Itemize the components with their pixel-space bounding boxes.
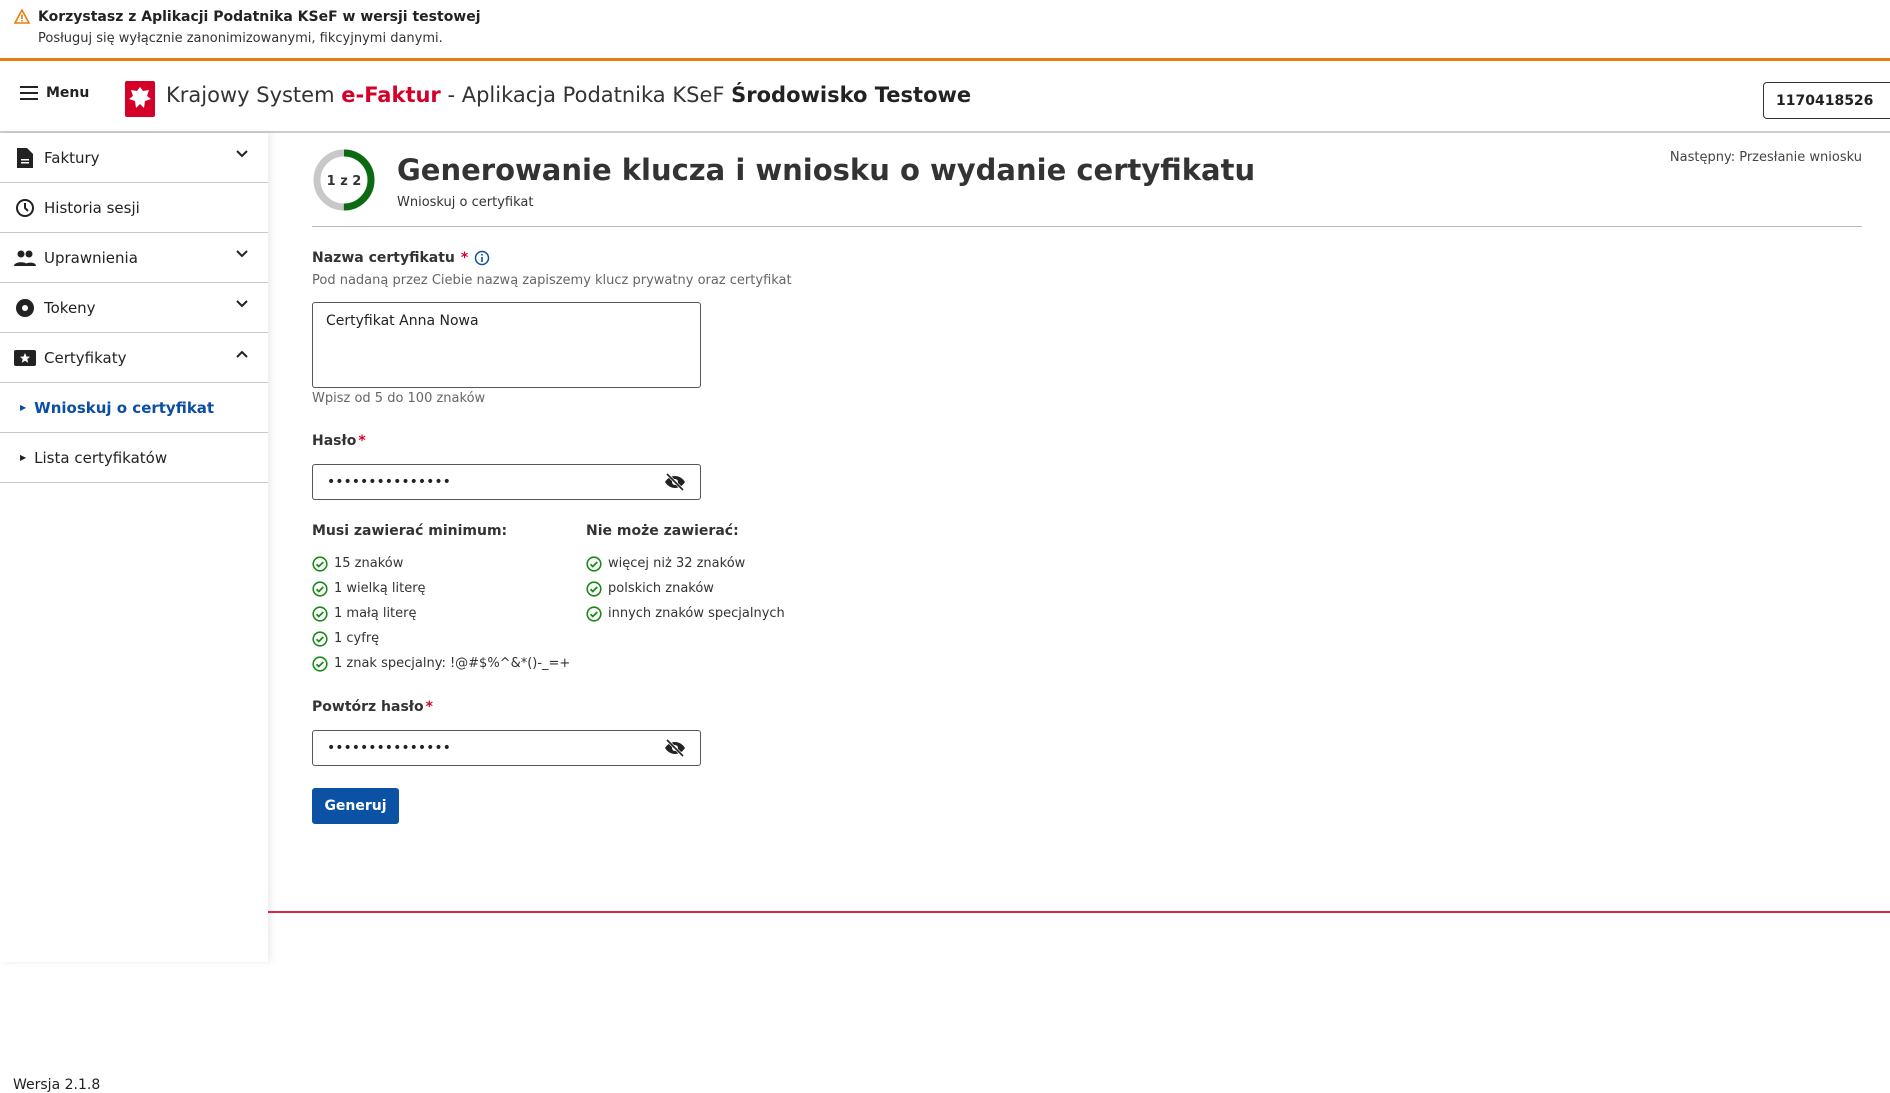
app-header: Menu Krajowy System e-Faktur - Aplikacja… — [0, 61, 1890, 133]
certificate-name-counter: Wpisz od 5 do 100 znaków — [312, 391, 486, 406]
warning-icon — [14, 9, 30, 24]
main-content: 1 z 2 Generowanie klucza i wniosku o wyd… — [268, 133, 1890, 962]
clock-icon — [14, 197, 36, 219]
rule-item: 1 cyfrę — [312, 626, 570, 651]
check-circle-icon — [586, 555, 602, 572]
sidebar-item-faktury[interactable]: Faktury — [0, 133, 268, 183]
eye-off-icon[interactable] — [664, 473, 686, 491]
check-circle-icon — [586, 605, 602, 622]
rule-item: więcej niż 32 znaków — [586, 551, 785, 576]
sidebar-item-historia-sesji[interactable]: Historia sesji — [0, 183, 268, 233]
repeat-password-input[interactable]: ••••••••••••••• — [312, 730, 701, 766]
rule-item: 1 wielką literę — [312, 576, 570, 601]
password-input[interactable]: ••••••••••••••• — [312, 464, 701, 500]
test-env-banner: Korzystasz z Aplikacji Podatnika KSeF w … — [0, 0, 1890, 61]
certificate-name-label: Nazwa certyfikatu * — [312, 250, 490, 266]
page-subtitle: Wnioskuj o certyfikat — [397, 195, 534, 210]
sidebar-subitem-lista-certyfikatow[interactable]: ▶ Lista certyfikatów — [0, 433, 268, 483]
sidebar-item-tokeny[interactable]: Tokeny — [0, 283, 268, 333]
check-circle-icon — [586, 580, 602, 597]
rule-item: 1 znak specjalny: !@#$%^&*()-_=+ — [312, 651, 570, 676]
emblem-logo — [125, 81, 155, 117]
rule-text: 1 wielką literę — [334, 581, 426, 596]
chevron-down-icon — [236, 300, 248, 308]
next-step: Następny: Przesłanie wniosku — [1669, 150, 1862, 165]
rule-item: innych znaków specjalnych — [586, 601, 785, 626]
certificate-name-input[interactable]: Certyfikat Anna Nowa — [312, 302, 701, 388]
app-version: Wersja 2.1.8 — [13, 1077, 101, 1093]
info-icon[interactable] — [474, 250, 490, 266]
repeat-password-label: Powtórz hasło * — [312, 699, 433, 715]
banner-title: Korzystasz z Aplikacji Podatnika KSeF w … — [38, 9, 481, 25]
check-circle-icon — [312, 555, 328, 572]
hamburger-icon — [20, 86, 38, 100]
cannot-title: Nie może zawierać: — [586, 523, 739, 539]
footer-divider — [268, 911, 1890, 913]
sidebar: Faktury Historia sesji Uprawnienia Token… — [0, 133, 268, 1093]
app-title: Krajowy System e-Faktur - Aplikacja Poda… — [166, 83, 972, 107]
rule-item: 15 znaków — [312, 551, 570, 576]
password-must-rules: Musi zawierać minimum: 15 znaków 1 wielką… — [312, 523, 570, 676]
rule-item: 1 małą literę — [312, 601, 570, 626]
divider — [312, 226, 1862, 227]
people-icon — [14, 247, 36, 269]
step-progress-ring: 1 z 2 — [313, 149, 375, 211]
step-label: 1 z 2 — [327, 174, 362, 189]
file-icon — [14, 147, 36, 169]
chevron-down-icon — [236, 150, 248, 158]
sidebar-item-certyfikaty[interactable]: Certyfikaty — [0, 333, 268, 383]
page-title: Generowanie klucza i wniosku o wydanie c… — [397, 153, 1256, 187]
rule-text: innych znaków specjalnych — [608, 606, 785, 621]
must-title: Musi zawierać minimum: — [312, 523, 508, 539]
rule-text: więcej niż 32 znaków — [608, 556, 746, 571]
rule-text: 1 znak specjalny: !@#$%^&*()-_=+ — [334, 656, 571, 671]
eye-off-icon[interactable] — [664, 739, 686, 757]
banner-subtitle: Posługuj się wyłącznie zanonimizowanymi,… — [38, 31, 443, 46]
chevron-up-icon — [236, 350, 248, 358]
sidebar-subitem-wnioskuj[interactable]: ▶ Wnioskuj o certyfikat — [0, 383, 268, 433]
check-circle-icon — [312, 605, 328, 622]
certificate-icon — [14, 347, 36, 369]
rule-text: polskich znaków — [608, 581, 714, 596]
rule-text: 1 małą literę — [334, 606, 417, 621]
bullet-icon: ▶ — [20, 403, 27, 412]
rule-text: 15 znaków — [334, 556, 404, 571]
check-circle-icon — [312, 580, 328, 597]
bullet-icon: ▶ — [20, 453, 27, 462]
chevron-down-icon — [236, 250, 248, 258]
account-select[interactable]: 1170418526⌄ — [1763, 82, 1890, 119]
certificate-name-hint: Pod nadaną przez Ciebie nazwą zapiszemy … — [312, 273, 792, 288]
password-cannot-rules: Nie może zawierać: więcej niż 32 znaków p… — [586, 523, 785, 626]
menu-label: Menu — [46, 85, 90, 101]
generate-button[interactable]: Generuj — [312, 788, 399, 824]
token-icon — [14, 297, 36, 319]
sidebar-item-uprawnienia[interactable]: Uprawnienia — [0, 233, 268, 283]
rule-text: 1 cyfrę — [334, 631, 380, 646]
check-circle-icon — [312, 655, 328, 672]
rule-item: polskich znaków — [586, 576, 785, 601]
menu-button[interactable]: Menu — [20, 85, 89, 101]
check-circle-icon — [312, 630, 328, 647]
password-label: Hasło * — [312, 433, 366, 449]
